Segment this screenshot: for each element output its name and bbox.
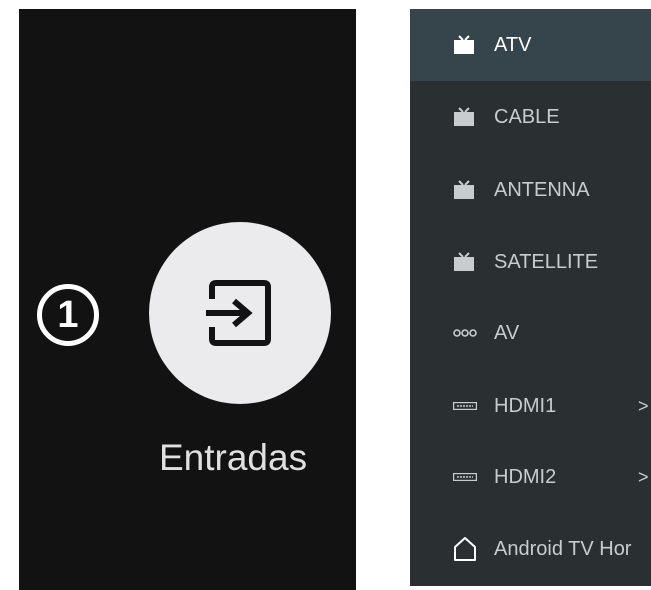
step-number-badge: 1 (37, 284, 99, 346)
menu-item-label: SATELLITE (494, 250, 599, 273)
menu-item-android-tv-home[interactable]: Android TV Hor (410, 513, 651, 585)
menu-item-label: HDMI1 (494, 394, 557, 417)
input-source-menu: ATV CABLE ANTENNA SATELLITE AV HDMI1 > H… (410, 9, 651, 586)
chevron-right-icon: > (638, 395, 649, 416)
inputs-label: Entradas (159, 437, 308, 478)
menu-item-hdmi2[interactable]: HDMI2 > (410, 441, 651, 513)
menu-item-hdmi1[interactable]: HDMI1 > (410, 370, 651, 442)
inputs-button[interactable] (149, 222, 331, 404)
menu-item-label: ANTENNA (494, 178, 590, 201)
menu-item-label: CABLE (494, 105, 560, 128)
hdmi-icon (453, 402, 477, 410)
menu-item-antenna[interactable]: ANTENNA (410, 154, 651, 226)
tv-icon (453, 180, 475, 200)
tv-icon (453, 252, 475, 272)
chevron-right-icon: > (638, 466, 649, 487)
menu-item-av[interactable]: AV (410, 297, 651, 369)
inputs-tile-panel: 1 Entradas (19, 9, 356, 590)
tv-icon (453, 35, 475, 55)
menu-item-label: ATV (494, 33, 532, 56)
menu-item-cable[interactable]: CABLE (410, 81, 651, 153)
menu-item-label: AV (494, 321, 520, 344)
av-dots-icon (453, 328, 477, 338)
home-icon (453, 536, 477, 562)
tv-icon (453, 107, 475, 127)
menu-item-atv[interactable]: ATV (410, 9, 651, 81)
menu-item-label: Android TV Hor (494, 537, 632, 560)
hdmi-icon (453, 473, 477, 481)
menu-item-label: HDMI2 (494, 465, 557, 488)
input-icon (206, 280, 271, 346)
menu-item-satellite[interactable]: SATELLITE (410, 226, 651, 298)
